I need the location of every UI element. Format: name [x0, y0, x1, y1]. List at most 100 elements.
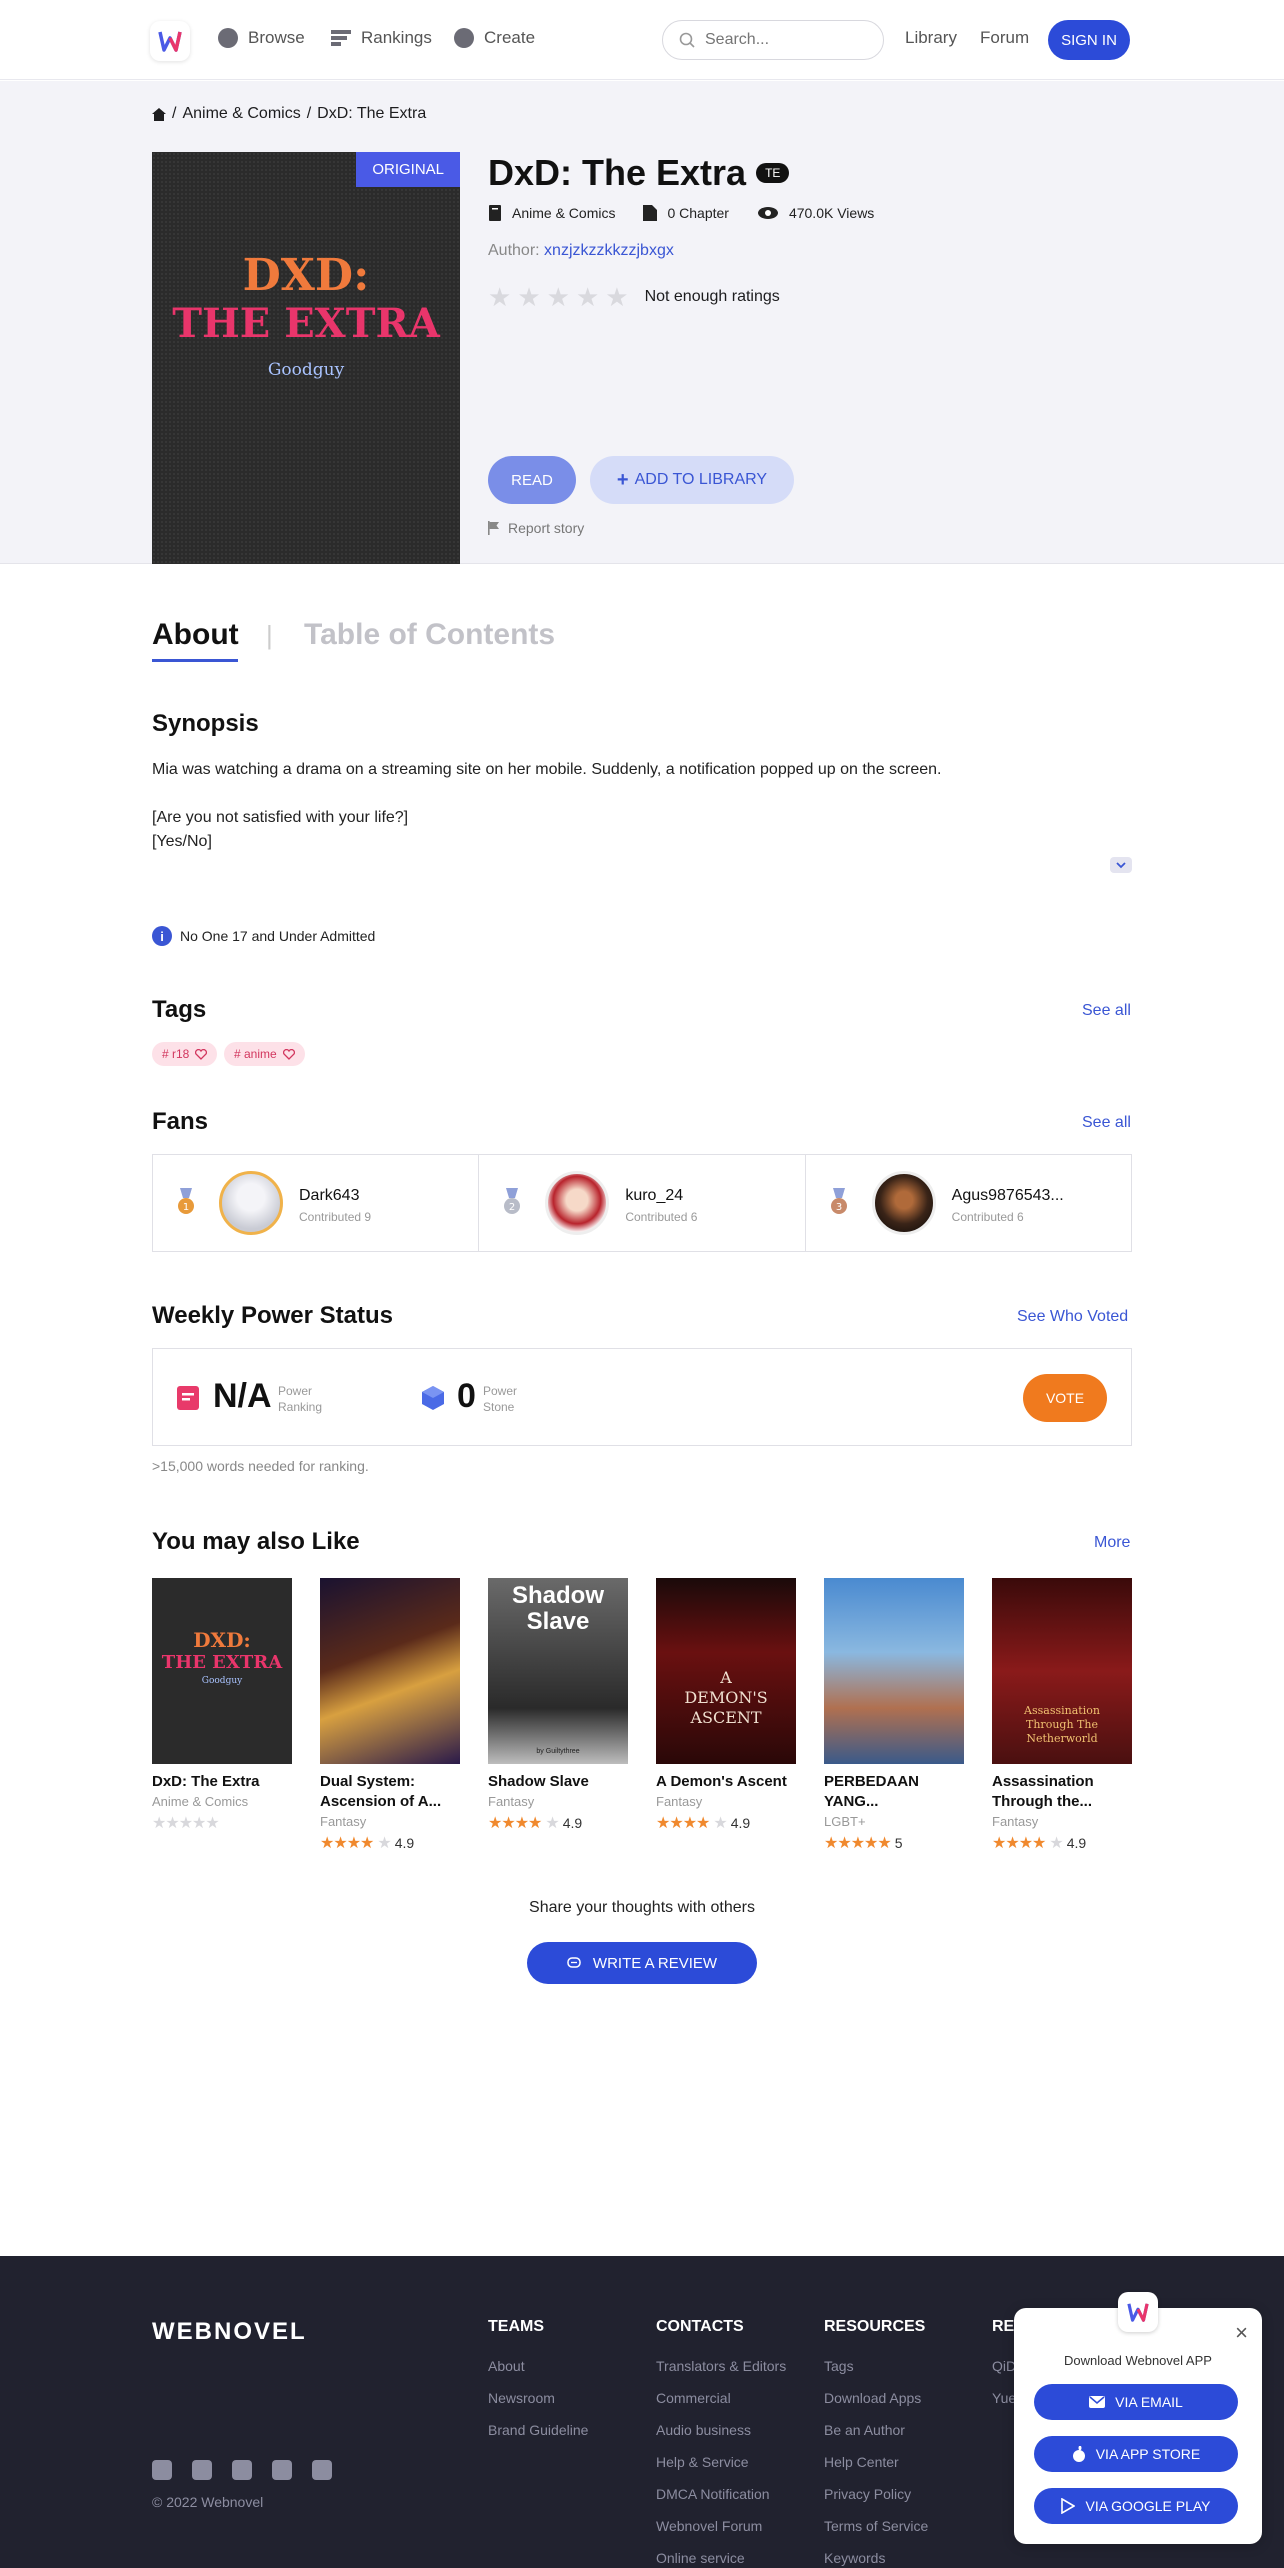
- via-google-play-button[interactable]: VIA GOOGLE PLAY: [1034, 2488, 1238, 2524]
- footer-heading: RESOURCES: [824, 2318, 926, 2335]
- recommend-card[interactable]: PERBEDAAN YANG... LGBT+ ★★★★★ 5: [824, 1578, 964, 1853]
- webnovel-logo[interactable]: [150, 21, 190, 61]
- read-button[interactable]: READ: [488, 456, 576, 504]
- age-warning-text: No One 17 and Under Admitted: [180, 928, 376, 944]
- recommend-title-line: DxD: The Extra: [152, 1773, 260, 1790]
- see-who-voted-link[interactable]: See Who Voted: [1017, 1308, 1128, 1326]
- twitter-icon[interactable]: [232, 2460, 252, 2480]
- nav-create[interactable]: Create: [454, 28, 535, 48]
- facebook-icon[interactable]: [272, 2460, 292, 2480]
- book-icon: [489, 205, 501, 221]
- recommend-card[interactable]: Shadow Slave by Guiltythree Shadow Slave…: [488, 1578, 628, 1833]
- search-input[interactable]: [705, 31, 855, 49]
- via-email-button[interactable]: VIA EMAIL: [1034, 2384, 1238, 2420]
- vote-button[interactable]: VOTE: [1023, 1374, 1107, 1422]
- footer-link[interactable]: Be an Author: [824, 2422, 928, 2454]
- footer-link[interactable]: Keywords: [824, 2550, 928, 2568]
- home-icon[interactable]: [152, 107, 166, 121]
- star-icon[interactable]: ★: [547, 284, 570, 310]
- add-to-library-button[interactable]: + ADD TO LIBRARY: [590, 456, 794, 504]
- footer-link[interactable]: Download Apps: [824, 2390, 928, 2422]
- meta-category-label[interactable]: Anime & Comics: [512, 205, 615, 221]
- tag-chip[interactable]: # anime: [224, 1042, 305, 1066]
- recommend-cover: Shadow Slave by Guiltythree: [488, 1578, 628, 1764]
- tag-chip[interactable]: # r18: [152, 1042, 218, 1066]
- tiktok-icon[interactable]: [192, 2460, 212, 2480]
- recommend-card[interactable]: A DEMON'S ASCENT A Demon's Ascent Fantas…: [656, 1578, 796, 1833]
- via-google-play-label: VIA GOOGLE PLAY: [1085, 2498, 1211, 2514]
- footer-link[interactable]: Commercial: [656, 2390, 786, 2422]
- author-link[interactable]: xnzjzkzzkkzzjbxgx: [544, 242, 674, 259]
- breadcrumb-category[interactable]: Anime & Comics: [182, 105, 300, 123]
- expand-synopsis-button[interactable]: [1110, 857, 1132, 873]
- signin-button[interactable]: SIGN IN: [1048, 20, 1130, 60]
- footer-link[interactable]: Translators & Editors: [656, 2358, 786, 2390]
- recommend-card[interactable]: DXD: THE EXTRA Goodguy DxD: The Extra An…: [152, 1578, 292, 1833]
- avatar: [219, 1171, 283, 1235]
- power-ranking-value: N/A: [213, 1377, 272, 1415]
- recommend-cover: A DEMON'S ASCENT: [656, 1578, 796, 1764]
- tags-see-all[interactable]: See all: [1082, 1002, 1131, 1020]
- footer-link[interactable]: Brand Guideline: [488, 2422, 588, 2454]
- cover-text: Slave: [526, 1608, 590, 1635]
- power-heading: Weekly Power Status: [152, 1302, 393, 1329]
- star-icon[interactable]: ★: [488, 284, 511, 310]
- chevron-down-icon: [1116, 862, 1126, 869]
- book-title: DxD: The Extra: [488, 152, 747, 193]
- recommend-more-link[interactable]: More: [1094, 1534, 1130, 1552]
- tag-label: # anime: [234, 1047, 277, 1061]
- via-app-store-button[interactable]: VIA APP STORE: [1034, 2436, 1238, 2472]
- star-icon[interactable]: ★: [605, 284, 628, 310]
- write-review-button[interactable]: WRITE A REVIEW: [527, 1942, 757, 1984]
- nav-browse[interactable]: Browse: [218, 28, 305, 48]
- star-icon[interactable]: ★: [517, 284, 540, 310]
- recommend-cover: [824, 1578, 964, 1764]
- footer-link[interactable]: Online service: [656, 2550, 786, 2568]
- recommend-title-line: Shadow Slave: [488, 1773, 589, 1790]
- footer-link[interactable]: Newsroom: [488, 2390, 588, 2422]
- fans-see-all[interactable]: See all: [1082, 1114, 1131, 1132]
- fan-card[interactable]: 1 Dark643 Contributed 9: [153, 1155, 480, 1251]
- footer-link[interactable]: DMCA Notification: [656, 2486, 786, 2518]
- recommend-card[interactable]: Dual System: Ascension of A... Fantasy ★…: [320, 1578, 460, 1853]
- document-icon: [643, 205, 658, 221]
- youtube-icon[interactable]: [312, 2460, 332, 2480]
- power-stone-label-line: Power: [483, 1384, 518, 1398]
- instagram-icon[interactable]: [152, 2460, 172, 2480]
- meta-chapters: 0 Chapter: [643, 205, 729, 221]
- recommend-rating: ★★★★ ★ 4.9: [992, 1833, 1132, 1853]
- star-rating-icon: ★★★★: [320, 1835, 374, 1852]
- star-icon[interactable]: ★: [576, 284, 599, 310]
- fan-card[interactable]: 2 kuro_24 Contributed 6: [479, 1155, 806, 1251]
- recommend-genre: Fantasy: [656, 1794, 703, 1809]
- rating-text: Not enough ratings: [644, 288, 780, 305]
- report-story-link[interactable]: Report story: [488, 520, 584, 536]
- footer-link[interactable]: Help Center: [824, 2454, 928, 2486]
- footer-link[interactable]: QiD: [992, 2358, 1016, 2390]
- footer-link[interactable]: Privacy Policy: [824, 2486, 928, 2518]
- recommend-title: Dual System: Ascension of A...: [320, 1772, 460, 1812]
- nav-library[interactable]: Library: [905, 28, 957, 48]
- footer-link[interactable]: Terms of Service: [824, 2518, 928, 2550]
- cover-title-line1: DXD:: [242, 250, 370, 301]
- book-title-row: DxD: The Extra TE: [488, 152, 790, 194]
- google-play-icon: [1061, 2498, 1076, 2514]
- star-rating-icon: ★★★★: [488, 1815, 542, 1832]
- footer-link[interactable]: Tags: [824, 2358, 928, 2390]
- tab-about[interactable]: About: [152, 618, 239, 652]
- recommend-card[interactable]: Assassination Through The Netherworld As…: [992, 1578, 1132, 1853]
- footer-link[interactable]: Webnovel Forum: [656, 2518, 786, 2550]
- power-ranking-label-line: Power: [278, 1384, 313, 1398]
- recommend-title: DxD: The Extra: [152, 1772, 292, 1792]
- nav-rankings[interactable]: Rankings: [331, 28, 432, 48]
- footer-link[interactable]: Help & Service: [656, 2454, 786, 2486]
- footer-logo[interactable]: WEBNOVEL: [152, 2318, 307, 2346]
- fan-card[interactable]: 3 Agus9876543... Contributed 6: [806, 1155, 1131, 1251]
- close-icon[interactable]: ×: [1235, 2320, 1248, 2346]
- footer-link[interactable]: Yue: [992, 2390, 1016, 2422]
- nav-forum[interactable]: Forum: [980, 28, 1029, 48]
- recommend-genre: Fantasy: [488, 1794, 535, 1809]
- footer-link[interactable]: Audio business: [656, 2422, 786, 2454]
- tab-table-of-contents[interactable]: Table of Contents: [304, 618, 555, 652]
- footer-link[interactable]: About: [488, 2358, 588, 2390]
